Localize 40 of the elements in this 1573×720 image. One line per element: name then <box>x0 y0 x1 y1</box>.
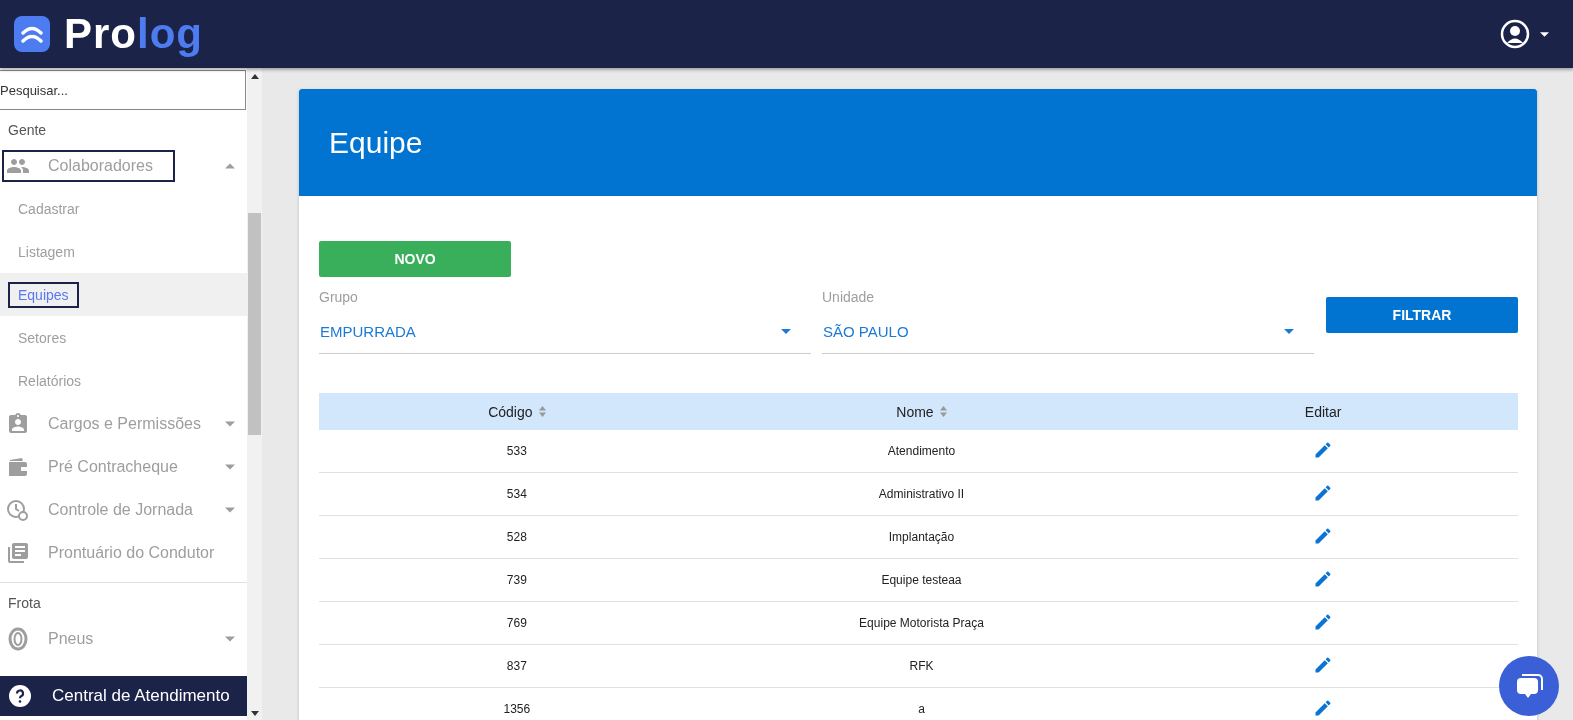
column-header[interactable]: Nome <box>896 403 947 420</box>
table-cell: a <box>918 702 925 716</box>
new-button[interactable]: NOVO <box>319 241 511 277</box>
section-title: Gente <box>7 121 48 140</box>
search-field[interactable]: Pesquisar... <box>0 70 246 110</box>
select-field[interactable]: SÃO PAULO <box>822 309 1314 354</box>
table-cell: 1356 <box>503 702 531 716</box>
page-title: Equipe <box>329 125 423 160</box>
menu-item[interactable]: Pneus <box>2 622 116 655</box>
submenu-item[interactable]: Setores <box>8 324 77 351</box>
table-cell: 533 <box>506 444 527 458</box>
menu-item[interactable]: Colaboradores <box>2 149 175 182</box>
table-cell: 534 <box>506 487 527 501</box>
menu-item[interactable]: Cargos e Permissões <box>2 407 223 440</box>
logo-text: Prolog <box>64 10 203 58</box>
table-cell: 528 <box>506 530 527 544</box>
table-cell: 769 <box>506 616 527 630</box>
table-cell: RFK <box>909 659 934 673</box>
submenu-item[interactable]: Relatórios <box>8 367 92 394</box>
table-cell: Atendimento <box>887 444 956 458</box>
column-header[interactable]: Código <box>488 403 546 420</box>
select-field[interactable]: EMPURRADA <box>319 309 811 354</box>
submenu-item[interactable]: Cadastrar <box>8 195 90 222</box>
field-label: Unidade <box>822 289 876 305</box>
section-title: Frota <box>7 594 42 613</box>
field-label: Grupo <box>319 289 359 305</box>
table-cell: Equipe testeaa <box>881 573 962 587</box>
filter-button[interactable]: FILTRAR <box>1326 297 1518 333</box>
menu-item[interactable]: Pré Contracheque <box>2 450 200 483</box>
table-cell: 837 <box>506 659 527 673</box>
table-cell: 739 <box>506 573 527 587</box>
menu-item[interactable]: Prontuário do Condutor <box>2 536 237 569</box>
column-header: Editar <box>1304 403 1342 420</box>
submenu-item[interactable]: Listagem <box>8 238 85 265</box>
table-cell: Equipe Motorista Praça <box>859 616 984 630</box>
menu-item[interactable]: Controle de Jornada <box>2 493 215 526</box>
submenu-item[interactable]: Equipes <box>8 281 79 308</box>
table-cell: Implantação <box>888 530 955 544</box>
table-cell: Administrativo II <box>878 487 965 501</box>
help-button[interactable]: Central de Atendimento <box>0 676 247 716</box>
